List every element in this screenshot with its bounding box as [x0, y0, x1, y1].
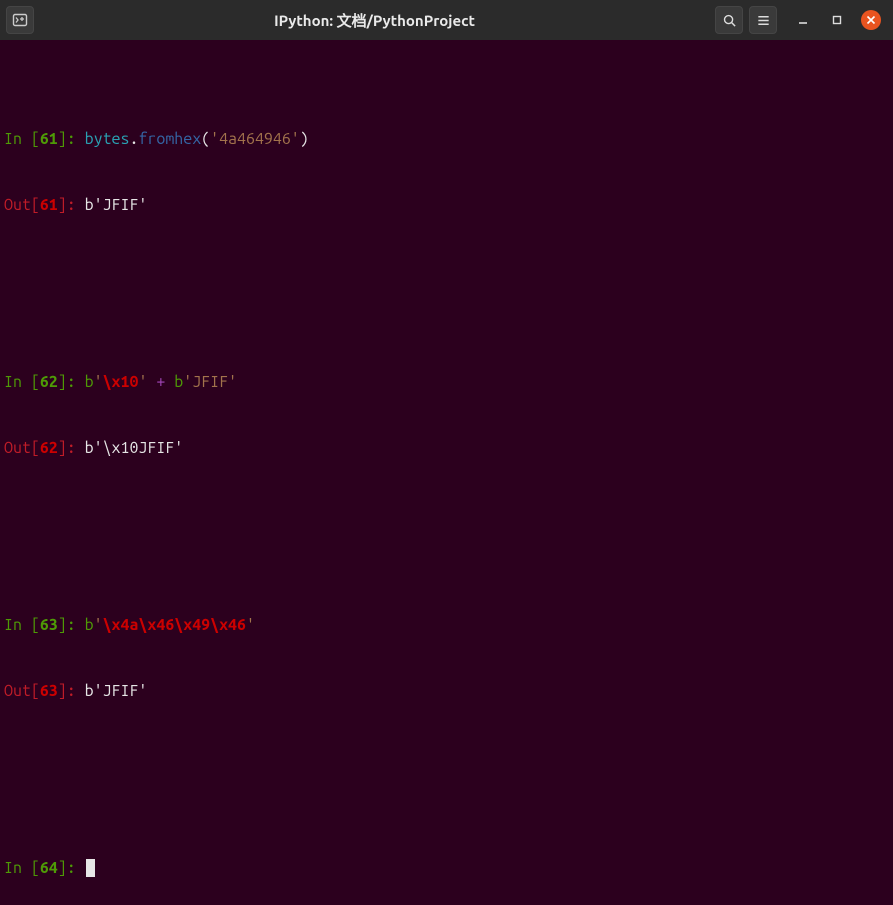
out-label: Out[ [4, 196, 40, 214]
maximize-button[interactable] [827, 10, 847, 30]
out-line: Out[62]: b'\x10JFIF' [4, 437, 889, 459]
titlebar: IPython: 文档/PythonProject [0, 0, 893, 40]
escape-seq: \x4a\x46\x49\x46 [103, 616, 246, 634]
string-arg: '4a464946' [210, 130, 300, 148]
close-button[interactable] [861, 10, 881, 30]
out-suffix: ]: [58, 439, 85, 457]
in-number: 62 [40, 373, 58, 391]
in-suffix: ]: [58, 130, 85, 148]
escape-seq: \x10 [103, 373, 139, 391]
result-text: b'JFIF' [85, 682, 148, 700]
in-label: In [ [4, 616, 40, 634]
minimize-icon [797, 14, 809, 26]
in-suffix: ]: [58, 373, 85, 391]
minimize-button[interactable] [793, 10, 813, 30]
in-label: In [ [4, 859, 40, 877]
result-text: b'\x10JFIF' [85, 439, 184, 457]
out-number: 61 [40, 196, 58, 214]
maximize-icon [831, 14, 843, 26]
search-button[interactable] [715, 6, 743, 34]
terminal-area[interactable]: In [61]: bytes.fromhex('4a464946') Out[6… [0, 40, 893, 905]
blank-line [4, 746, 889, 768]
in-line: In [62]: b'\x10' + b'JFIF' [4, 371, 889, 393]
prompt-line[interactable]: In [64]: [4, 857, 889, 879]
in-label: In [ [4, 373, 40, 391]
out-label: Out[ [4, 682, 40, 700]
bytes-literal: 'JFIF' [183, 373, 237, 391]
out-label: Out[ [4, 439, 40, 457]
paren-close: ) [300, 130, 309, 148]
blank-line [4, 503, 889, 525]
in-label: In [ [4, 130, 40, 148]
menu-button[interactable] [749, 6, 777, 34]
terminal-new-icon [12, 12, 28, 28]
paren-open: ( [201, 130, 210, 148]
in-line: In [63]: b'\x4a\x46\x49\x46' [4, 614, 889, 636]
window-title: IPython: 文档/PythonProject [274, 10, 475, 31]
hamburger-icon [756, 13, 771, 28]
b-prefix: b [85, 373, 94, 391]
operator: + [147, 373, 174, 391]
b-prefix: b [174, 373, 183, 391]
cursor-block [86, 859, 95, 877]
close-icon [866, 15, 876, 25]
quote: ' [94, 373, 103, 391]
in-suffix: ]: [58, 859, 85, 877]
in-suffix: ]: [58, 616, 85, 634]
code-obj: bytes [85, 130, 130, 148]
quote: ' [94, 616, 103, 634]
in-number: 61 [40, 130, 58, 148]
new-tab-button[interactable] [6, 6, 34, 34]
out-number: 63 [40, 682, 58, 700]
blank-line [4, 261, 889, 283]
out-line: Out[61]: b'JFIF' [4, 194, 889, 216]
quote: ' [246, 616, 255, 634]
out-suffix: ]: [58, 196, 85, 214]
in-number: 63 [40, 616, 58, 634]
search-icon [722, 13, 737, 28]
in-number: 64 [40, 859, 58, 877]
result-text: b'JFIF' [85, 196, 148, 214]
out-line: Out[63]: b'JFIF' [4, 680, 889, 702]
b-prefix: b [85, 616, 94, 634]
out-suffix: ]: [58, 682, 85, 700]
code-method: fromhex [138, 130, 201, 148]
in-line: In [61]: bytes.fromhex('4a464946') [4, 128, 889, 150]
out-number: 62 [40, 439, 58, 457]
